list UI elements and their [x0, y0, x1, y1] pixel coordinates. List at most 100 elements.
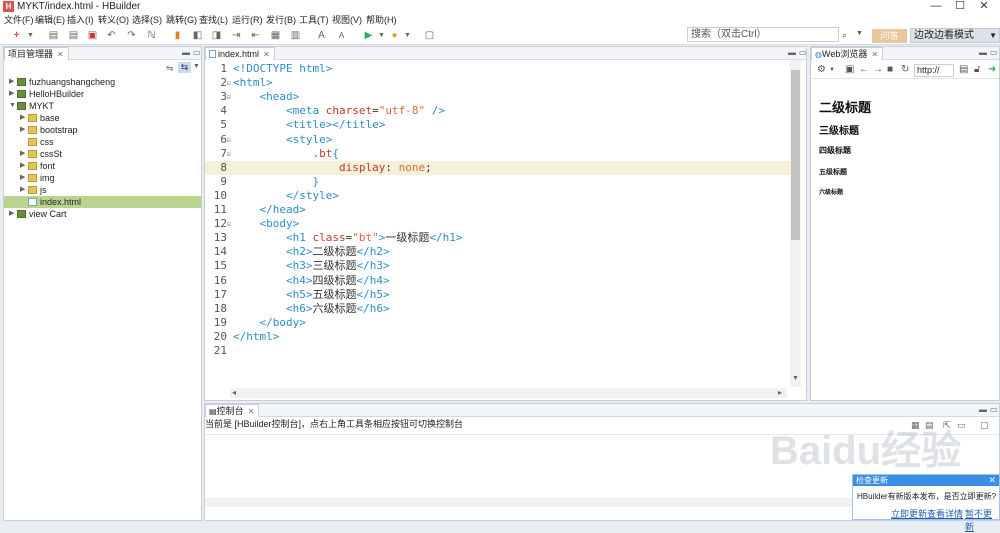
tree-item[interactable]: ▶ view Cart: [4, 208, 201, 220]
close-icon[interactable]: ✕: [57, 50, 64, 59]
code-line[interactable]: 19 </body>: [205, 316, 792, 330]
fold-toggle-icon[interactable]: ⊟: [227, 134, 231, 148]
font-increase-icon[interactable]: A: [316, 30, 327, 41]
lock-icon[interactable]: 🔓︎: [974, 64, 980, 75]
tree-item[interactable]: ▶ js: [4, 184, 201, 196]
go-icon[interactable]: ➜: [988, 64, 996, 75]
scroll-right-icon[interactable]: ▸: [778, 388, 782, 397]
jump-back-icon[interactable]: ⇤: [250, 30, 261, 41]
view-details-link[interactable]: 查看详情: [927, 507, 963, 520]
refresh-icon[interactable]: ↻: [901, 64, 909, 75]
fold-toggle-icon[interactable]: ⊟: [227, 91, 231, 105]
close-icon[interactable]: ✕: [988, 475, 996, 486]
code-line[interactable]: 4 <meta charset="utf-8" />: [205, 104, 792, 118]
later-link[interactable]: 暂不更新: [965, 507, 999, 533]
code-line[interactable]: 17 <h5>五级标题</h5>: [205, 288, 792, 302]
minimize-icon[interactable]: ▬: [788, 48, 796, 57]
tree-item[interactable]: ▶ font: [4, 160, 201, 172]
forward-icon[interactable]: →: [873, 64, 883, 75]
search-icon[interactable]: ⌕: [842, 30, 847, 41]
view-menu-icon[interactable]: ▼: [193, 63, 200, 70]
chevron-right-icon[interactable]: ▶: [20, 112, 25, 124]
stop-icon[interactable]: ■: [887, 64, 893, 75]
scroll-left-icon[interactable]: ◂: [232, 388, 236, 397]
browser-dropdown-icon[interactable]: ▼: [402, 30, 413, 41]
tree-item[interactable]: ▶ img: [4, 172, 201, 184]
tree-item[interactable]: ▶ HelloHBuilder: [4, 88, 201, 100]
chevron-right-icon[interactable]: ▶: [20, 172, 25, 184]
new-dropdown-icon[interactable]: ▼: [25, 30, 36, 41]
link-editor-icon[interactable]: ⇆: [178, 62, 191, 73]
code-line[interactable]: 5 <title></title>: [205, 118, 792, 132]
qa-button[interactable]: 问答: [872, 29, 907, 43]
maximize-icon[interactable]: ▭: [799, 48, 807, 57]
code-line[interactable]: 14 <h2>二级标题</h2>: [205, 245, 792, 259]
chevron-right-icon[interactable]: ▶: [9, 208, 14, 220]
minimize-icon[interactable]: ▬: [182, 48, 190, 57]
close-icon[interactable]: ✕: [871, 50, 878, 59]
chevron-right-icon[interactable]: ▶: [9, 76, 14, 88]
chevron-right-icon[interactable]: ▶: [20, 160, 25, 172]
fold-toggle-icon[interactable]: ⊟: [227, 77, 231, 91]
menu-run[interactable]: 运行(R): [232, 13, 263, 27]
menu-goto[interactable]: 跳转(G): [166, 13, 197, 27]
search-input[interactable]: 搜索（双击Ctrl）: [687, 27, 839, 42]
tree-item[interactable]: ▶ fuzhuangshangcheng: [4, 76, 201, 88]
tree-item[interactable]: ▶ bootstrap: [4, 124, 201, 136]
code-line[interactable]: 12 ⊟ <body>: [205, 217, 792, 231]
code-line[interactable]: 9 }: [205, 175, 792, 189]
bookmark-icon[interactable]: ▮: [172, 30, 183, 41]
minimize-button[interactable]: —: [924, 0, 948, 13]
format-icon[interactable]: ℕ: [146, 30, 157, 41]
tab-index-html[interactable]: index.html ✕: [205, 47, 275, 60]
font-decrease-icon[interactable]: A: [336, 30, 347, 41]
tab-web-browser[interactable]: ◍Web浏览器 ✕: [811, 47, 884, 60]
console-open-icon[interactable]: ▢: [980, 420, 989, 431]
maximize-button[interactable]: ☐: [948, 0, 972, 13]
code-editor[interactable]: 1 <!DOCTYPE html> 2 ⊟ <html> 3 ⊟ <head> 4 <meta…: [205, 61, 792, 388]
new-icon[interactable]: +: [11, 30, 22, 41]
code-line[interactable]: 16 <h4>四级标题</h4>: [205, 274, 792, 288]
save-all-icon[interactable]: ▤: [68, 30, 79, 41]
tree-item[interactable]: css: [4, 136, 201, 148]
code-line[interactable]: 11 </head>: [205, 203, 792, 217]
fold-toggle-icon[interactable]: ⊟: [227, 218, 231, 232]
tree-item[interactable]: ▶ cssSt: [4, 148, 201, 160]
menu-tools[interactable]: 工具(T): [299, 13, 329, 27]
menu-find[interactable]: 查找(L): [199, 13, 228, 27]
close-button[interactable]: ✕: [972, 0, 996, 13]
run-icon[interactable]: ▶: [363, 30, 374, 41]
screenshot-icon[interactable]: ▣: [845, 64, 854, 75]
menu-file[interactable]: 文件(F): [4, 13, 34, 27]
menu-view[interactable]: 视图(V): [332, 13, 362, 27]
close-icon[interactable]: ✕: [263, 50, 270, 59]
editor-vertical-scrollbar[interactable]: ▼: [790, 60, 801, 387]
tree-item[interactable]: ▼ MYKT: [4, 100, 201, 112]
menu-edit[interactable]: 编辑(E): [35, 13, 65, 27]
code-line[interactable]: 8 display: none;: [205, 160, 792, 175]
settings-icon[interactable]: ⚙: [817, 64, 826, 75]
code-line[interactable]: 2 ⊟ <html>: [205, 76, 792, 90]
browser-icon[interactable]: ●: [389, 30, 400, 41]
code-line[interactable]: 1 <!DOCTYPE html>: [205, 62, 792, 76]
tree-item[interactable]: ▶ base: [4, 112, 201, 124]
menu-select[interactable]: 选择(S): [132, 13, 162, 27]
prev-bookmark-icon[interactable]: ◧: [192, 30, 203, 41]
save-icon[interactable]: ▤: [48, 30, 59, 41]
tab-console[interactable]: ▤控制台 ✕: [205, 404, 260, 417]
minimize-icon[interactable]: ▬: [979, 48, 987, 57]
code-line[interactable]: 13 <h1 class="bt">一级标题</h1>: [205, 231, 792, 245]
chevron-down-icon[interactable]: ▼: [9, 100, 16, 112]
scroll-down-icon[interactable]: ▼: [792, 375, 799, 382]
chevron-right-icon[interactable]: ▶: [9, 88, 14, 100]
close-file-icon[interactable]: ▣: [87, 30, 98, 41]
collapse-all-icon[interactable]: ⇋: [166, 63, 174, 74]
code-line[interactable]: 7 ⊟ .bt{: [205, 147, 792, 161]
jump-icon[interactable]: ⇥: [231, 30, 242, 41]
redo-icon[interactable]: ↷: [126, 30, 137, 41]
code-line[interactable]: 20 </html>: [205, 330, 792, 344]
uncomment-icon[interactable]: ▥: [290, 30, 301, 41]
view-mode-select[interactable]: 边改边看模式 ▼: [910, 28, 1000, 43]
search-dropdown-icon[interactable]: ▼: [856, 30, 863, 37]
maximize-icon[interactable]: ▭: [990, 48, 998, 57]
